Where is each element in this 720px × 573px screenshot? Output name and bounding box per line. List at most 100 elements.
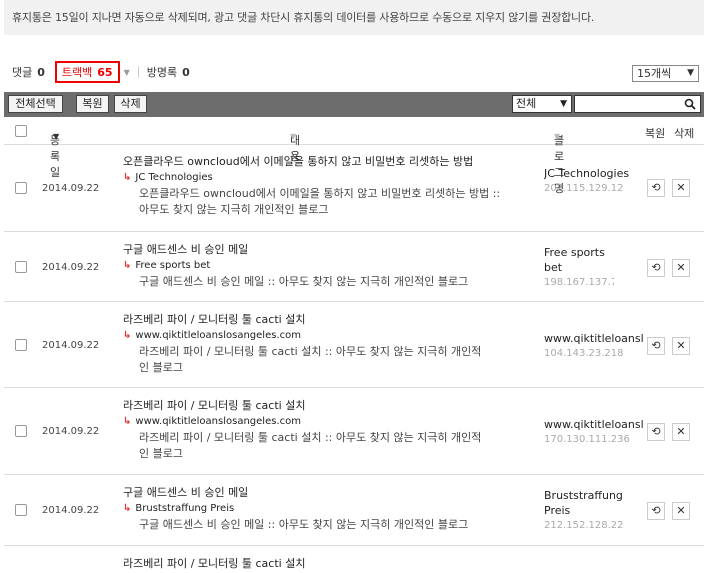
- row-title[interactable]: 라즈베리 파이 / 모니터링 툴 cacti 설치: [123, 398, 503, 414]
- close-icon[interactable]: ✕: [672, 423, 690, 441]
- table-row: 2014.09.22 구글 애드센스 비 승인 메일 ↳ Free sports …: [4, 233, 704, 302]
- row-excerpt: 구글 애드센스 비 승인 메일 :: 아무도 찾지 않는 지극히 개인적인 블로…: [139, 275, 469, 288]
- row-blog: Free sports bet 198.167.137.75: [544, 245, 614, 290]
- row-excerpt: 오픈클라우드 owncloud에서 이메일을 통하지 않고 비밀번호 리셋하는 …: [139, 187, 501, 216]
- restore-icon[interactable]: ⟲: [647, 502, 665, 520]
- restore-icon[interactable]: ⟲: [647, 337, 665, 355]
- per-page-select[interactable]: 15개씩 ▼: [632, 65, 699, 82]
- tab-comments-label: 댓글: [12, 66, 33, 79]
- row-blog-name: Bruststraffung Preis: [544, 489, 623, 517]
- row-blog: JC Technologies 202.115.129.12: [544, 166, 644, 196]
- row-source-name: Free sports bet: [135, 260, 211, 271]
- tab-guestbook-count: 0: [182, 65, 190, 79]
- search-input[interactable]: [575, 96, 680, 112]
- row-title[interactable]: 오픈클라우드 owncloud에서 이메일을 통하지 않고 비밀번호 리셋하는 …: [123, 154, 503, 170]
- row-blog: www.qiktitleloanslos 104.143.23.218: [544, 331, 644, 361]
- table-row: 2014.09.22 오픈클라우드 owncloud에서 이메일을 통하지 않고…: [4, 146, 704, 232]
- row-checkbox[interactable]: [15, 261, 27, 273]
- row-title[interactable]: 라즈베리 파이 / 모니터링 툴 cacti 설치: [123, 312, 503, 328]
- row-content: 구글 애드센스 비 승인 메일 ↳ Bruststraffung Preis 구글…: [123, 485, 503, 533]
- search-icon[interactable]: [684, 98, 696, 110]
- row-date: 2014.09.22: [42, 426, 100, 437]
- arrow-return-icon: ↳: [123, 260, 132, 271]
- select-all-button[interactable]: 전체선택: [8, 95, 63, 113]
- table-row: 라즈베리 파이 / 모니터링 툴 cacti 설치: [4, 547, 704, 573]
- row-source-name: www.qiktitleloanslosangeles.com: [135, 330, 301, 341]
- tab-trackbacks-count: 65: [97, 65, 113, 79]
- action-toolbar: 전체선택 복원 삭제 전체 ▼: [4, 92, 704, 117]
- row-date: 2014.09.22: [42, 262, 100, 273]
- row-checkbox[interactable]: [15, 339, 27, 351]
- close-icon[interactable]: ✕: [672, 179, 690, 197]
- table-row: 2014.09.22 구글 애드센스 비 승인 메일 ↳ Bruststraffu…: [4, 476, 704, 546]
- delete-column-label: 삭제: [674, 127, 695, 140]
- tab-comments-count: 0: [37, 65, 45, 79]
- restore-icon[interactable]: ⟲: [647, 179, 665, 197]
- row-content: 라즈베리 파이 / 모니터링 툴 cacti 설치 ↳ www.qiktitlel…: [123, 398, 503, 462]
- row-ip: 198.167.137.75: [544, 277, 614, 288]
- chevron-down-icon: ▼: [687, 68, 694, 78]
- row-source-name: JC Technologies: [135, 172, 213, 183]
- row-blog-name: www.qiktitleloanslos: [544, 332, 644, 345]
- close-icon[interactable]: ✕: [672, 337, 690, 355]
- row-source[interactable]: ↳ www.qiktitleloanslosangeles.com: [123, 414, 503, 430]
- row-excerpt: 구글 애드센스 비 승인 메일 :: 아무도 찾지 않는 지극히 개인적인 블로…: [139, 518, 469, 531]
- row-checkbox[interactable]: [15, 425, 27, 437]
- row-title[interactable]: 구글 애드센스 비 승인 메일: [123, 242, 503, 258]
- notice-banner: 휴지통은 15일이 지나면 자동으로 삭제되며, 광고 댓글 차단시 휴지통의 …: [4, 0, 704, 35]
- chevron-down-icon: ▼: [53, 132, 60, 141]
- tab-trackbacks-label: 트랙백: [61, 66, 93, 79]
- row-excerpt: 라즈베리 파이 / 모니터링 툴 cacti 설치 :: 아무도 찾지 않는 지…: [139, 345, 482, 374]
- row-blog: www.qiktitleloanslos 170.130.111.236: [544, 417, 644, 447]
- search-filter-select[interactable]: 전체 ▼: [512, 95, 572, 113]
- arrow-return-icon: ↳: [123, 172, 132, 183]
- chevron-down-icon: ▼: [560, 99, 567, 109]
- row-blog-name: JC Technologies: [544, 167, 630, 180]
- arrow-return-icon: ↳: [123, 503, 132, 514]
- row-blog-name: Free sports bet: [544, 246, 605, 274]
- row-blog: Bruststraffung Preis 212.152.128.221: [544, 488, 624, 533]
- search-filter-value: 전체: [516, 97, 537, 110]
- table-header: 등록일 ▼ 내용 ▼ 블로그명 ▼ 복원 삭제: [4, 118, 704, 195]
- row-checkbox[interactable]: [15, 504, 27, 516]
- chevron-down-icon: ▼: [554, 132, 561, 141]
- row-content: 라즈베리 파이 / 모니터링 툴 cacti 설치: [123, 556, 503, 572]
- restore-button[interactable]: 복원: [76, 95, 109, 113]
- row-date: 2014.09.22: [42, 183, 100, 194]
- row-date: 2014.09.22: [42, 340, 100, 351]
- row-source-name: www.qiktitleloanslosangeles.com: [135, 416, 301, 427]
- row-source-name: Bruststraffung Preis: [135, 503, 235, 514]
- close-icon[interactable]: ✕: [672, 502, 690, 520]
- row-content: 구글 애드센스 비 승인 메일 ↳ Free sports bet 구글 애드센스…: [123, 242, 503, 290]
- row-source[interactable]: ↳ Bruststraffung Preis: [123, 501, 503, 517]
- row-source[interactable]: ↳ www.qiktitleloanslosangeles.com: [123, 328, 503, 344]
- close-icon[interactable]: ✕: [672, 259, 690, 277]
- row-date: 2014.09.22: [42, 505, 100, 516]
- tab-comments[interactable]: 댓글 0: [12, 64, 45, 80]
- delete-button[interactable]: 삭제: [114, 95, 147, 113]
- row-title[interactable]: 구글 애드센스 비 승인 메일: [123, 485, 503, 501]
- per-page-value: 15개씩: [637, 67, 672, 80]
- row-ip: 202.115.129.12: [544, 183, 624, 194]
- tab-divider: [137, 66, 139, 78]
- chevron-down-icon: ▼: [290, 132, 297, 141]
- row-ip: 212.152.128.221: [544, 520, 624, 531]
- select-all-checkbox[interactable]: [15, 125, 27, 137]
- restore-icon[interactable]: ⟲: [647, 259, 665, 277]
- tab-guestbook-label: 방명록: [146, 66, 178, 79]
- chevron-down-icon: ▼: [123, 67, 130, 77]
- row-checkbox[interactable]: [15, 182, 27, 194]
- table-row: 2014.09.22 라즈베리 파이 / 모니터링 툴 cacti 설치 ↳ ww…: [4, 303, 704, 388]
- tab-guestbook[interactable]: 방명록 0: [147, 64, 190, 80]
- row-content: 라즈베리 파이 / 모니터링 툴 cacti 설치 ↳ www.qiktitlel…: [123, 312, 503, 376]
- table-row: 2014.09.22 라즈베리 파이 / 모니터링 툴 cacti 설치 ↳ ww…: [4, 389, 704, 475]
- row-source[interactable]: ↳ Free sports bet: [123, 258, 503, 274]
- tab-trackbacks[interactable]: 트랙백 65: [54, 61, 120, 83]
- row-blog-name: www.qiktitleloanslos: [544, 418, 644, 431]
- row-ip: 104.143.23.218: [544, 348, 624, 359]
- row-source[interactable]: ↳ JC Technologies: [123, 170, 503, 186]
- restore-icon[interactable]: ⟲: [647, 423, 665, 441]
- restore-column-label: 복원: [645, 127, 666, 140]
- arrow-return-icon: ↳: [123, 416, 132, 427]
- row-title[interactable]: 라즈베리 파이 / 모니터링 툴 cacti 설치: [123, 556, 503, 572]
